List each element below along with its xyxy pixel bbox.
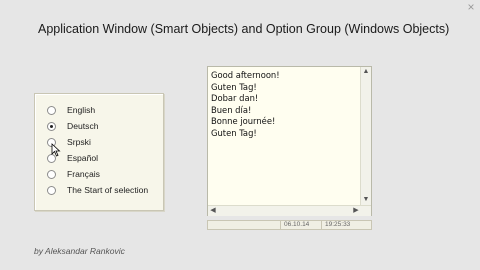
option-label: Srpski <box>67 137 91 147</box>
scroll-right-arrow-icon[interactable]: ▶ <box>351 206 361 216</box>
status-bar: 06.10.14 19:25:33 <box>207 220 372 230</box>
text-line: Dobar dan! <box>211 93 259 103</box>
scroll-down-arrow-icon[interactable]: ▼ <box>361 195 371 205</box>
radio-icon[interactable] <box>47 105 56 115</box>
option-start-of-selection[interactable]: The Start of selection <box>47 183 148 197</box>
status-divider <box>321 221 322 229</box>
text-line: Guten Tag! <box>211 81 257 92</box>
scroll-up-arrow-icon[interactable]: ▲ <box>361 67 371 77</box>
radio-icon[interactable] <box>47 185 56 195</box>
radio-icon[interactable] <box>47 169 56 179</box>
option-label: The Start of selection <box>67 185 149 195</box>
text-line: Bonne journée! <box>211 116 276 126</box>
greetings-text-area[interactable]: Good afternoon! Guten Tag! Dobar dan! Bu… <box>207 66 372 216</box>
option-label: English <box>67 105 96 115</box>
text-line: Guten Tag! <box>211 127 257 138</box>
close-icon[interactable]: × <box>464 0 478 14</box>
option-deutsch[interactable]: Deutsch <box>47 119 99 133</box>
text-content: Good afternoon! Guten Tag! Dobar dan! Bu… <box>211 70 361 139</box>
radio-checked-icon[interactable] <box>47 121 56 131</box>
status-date: 06.10.14 <box>284 221 310 228</box>
author-credit: by Aleksandar Rankovic <box>34 246 125 256</box>
option-english[interactable]: English <box>47 103 95 117</box>
vertical-scrollbar[interactable]: ▲ ▼ <box>360 67 371 205</box>
option-label: Español <box>67 153 99 163</box>
option-francais[interactable]: Français <box>47 167 100 181</box>
option-label: Deutsch <box>67 121 99 131</box>
window-title: Application Window (Smart Objects) and O… <box>38 22 450 36</box>
text-line: Good afternoon! <box>211 70 280 80</box>
status-divider <box>280 221 281 229</box>
text-line: Buen día! <box>211 104 252 115</box>
mouse-pointer-icon <box>51 143 61 157</box>
status-time: 19:25:33 <box>325 221 351 228</box>
scroll-left-arrow-icon[interactable]: ◀ <box>208 206 218 216</box>
option-label: Français <box>67 169 100 179</box>
horizontal-scrollbar[interactable]: ◀ ▶ <box>208 205 371 216</box>
